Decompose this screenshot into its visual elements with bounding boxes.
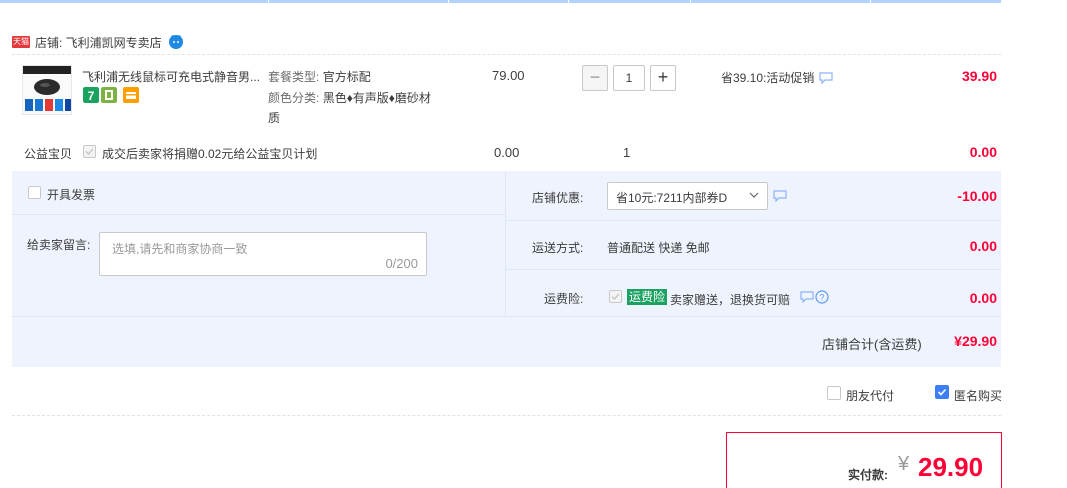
seven-day-return-icon: 7 — [83, 87, 99, 103]
insurance-text: 卖家赠送，退换货可赔 — [670, 293, 791, 307]
tmall-badge-icon: 天猫 — [12, 36, 30, 48]
chevron-down-icon — [749, 192, 759, 198]
chat-bubble-icon[interactable] — [773, 190, 787, 202]
charity-label: 公益宝贝 — [24, 147, 73, 161]
seller-message-input[interactable]: 选填,请先和商家协商一致 0/200 — [99, 232, 427, 276]
insurance-checkbox — [609, 290, 622, 303]
svg-text:?: ? — [819, 293, 824, 303]
anonymous-checkbox[interactable] — [935, 385, 949, 399]
table-header-bar — [0, 0, 1001, 3]
friend-pay-label[interactable]: 朋友代付 — [846, 387, 894, 404]
header-divider — [568, 0, 569, 3]
payment-summary: 实付款: ¥ 29.90 — [726, 432, 1002, 488]
panel-divider — [505, 171, 506, 316]
unit-price: 79.00 — [492, 68, 525, 83]
message-placeholder: 选填,请先和商家协商一致 — [112, 242, 248, 256]
divider — [12, 415, 1001, 416]
shop-name[interactable]: 店铺: 飞利浦凯网专卖店 — [35, 34, 162, 51]
coupon-selected: 省10元:7211内部券D — [616, 191, 728, 205]
credit-card-icon — [123, 87, 139, 103]
header-divider — [268, 0, 269, 3]
prop-color: 颜色分类: 黑色♦有声版♦磨砂材 — [268, 91, 431, 105]
service-icons: 7 — [83, 87, 143, 103]
checkmark-icon — [937, 388, 947, 396]
panel-divider — [505, 220, 1001, 221]
insurance-badge: 运费险 — [627, 289, 668, 305]
prop-package: 套餐类型: 官方标配 — [268, 70, 371, 84]
insurance-icons: ? — [800, 290, 829, 304]
panel-divider — [505, 269, 1001, 270]
decrease-quantity-button[interactable]: − — [582, 65, 608, 91]
divider — [12, 54, 1001, 55]
invoice-checkbox[interactable] — [28, 186, 41, 199]
currency-symbol: ¥ — [898, 453, 910, 475]
header-divider — [870, 0, 871, 3]
seller-message-label: 给卖家留言: — [27, 238, 91, 252]
friend-pay-checkbox[interactable] — [827, 386, 841, 400]
increase-quantity-button[interactable]: + — [650, 65, 676, 91]
shipping-amount: 0.00 — [969, 238, 997, 254]
product-image[interactable] — [22, 65, 72, 115]
item-subtotal: 39.90 — [961, 68, 997, 84]
charity-text: 成交后卖家将捐赠0.02元给公益宝贝计划 — [102, 147, 318, 161]
promotion-text: 省39.10:活动促销 — [721, 71, 815, 85]
checkmark-icon — [85, 148, 94, 156]
shop-total-amount: ¥29.90 — [954, 333, 997, 349]
payment-amount: 29.90 — [918, 452, 984, 482]
shipping-method: 普通配送 快递 免邮 — [607, 241, 710, 255]
product-title-link[interactable]: 飞利浦无线鼠标可充电式静音男... — [82, 68, 264, 85]
quantity-input[interactable]: 1 — [613, 65, 645, 91]
payment-label: 实付款: — [848, 468, 888, 482]
header-divider — [448, 0, 449, 3]
invoice-label[interactable]: 开具发票 — [47, 186, 95, 203]
charity-subtotal: 0.00 — [969, 144, 997, 160]
promotion-info: 省39.10:活动促销 — [721, 69, 833, 86]
quantity-stepper: − 1 + — [582, 65, 676, 91]
wangwang-chat-icon[interactable] — [168, 34, 184, 50]
insurance-label: 运费险: — [544, 292, 584, 306]
coupon-select[interactable]: 省10元:7211内部券D — [607, 182, 768, 210]
shop-row: 天猫 店铺: 飞利浦凯网专卖店 — [12, 32, 184, 52]
checkmark-icon — [611, 293, 620, 301]
anonymous-label[interactable]: 匿名购买 — [954, 387, 1002, 404]
header-divider — [690, 0, 691, 3]
message-char-count: 0/200 — [385, 256, 418, 271]
help-icon[interactable]: ? — [815, 290, 829, 304]
insurance-amount: 0.00 — [969, 290, 997, 306]
panel-divider — [12, 316, 1001, 317]
shipping-label: 运送方式: — [532, 241, 584, 255]
svg-text:7: 7 — [88, 89, 95, 103]
shop-discount-label: 店铺优惠: — [532, 191, 584, 205]
guarantee-icon — [101, 87, 117, 103]
charity-price: 0.00 — [494, 145, 520, 160]
chat-bubble-icon[interactable] — [819, 71, 833, 84]
charity-quantity: 1 — [623, 145, 631, 160]
chat-bubble-icon[interactable] — [800, 291, 814, 303]
shop-discount-amount: -10.00 — [957, 188, 997, 204]
prop-color-cont: 质 — [268, 111, 281, 125]
charity-checkbox — [83, 145, 96, 158]
shop-total-label: 店铺合计(含运费) — [822, 337, 922, 352]
